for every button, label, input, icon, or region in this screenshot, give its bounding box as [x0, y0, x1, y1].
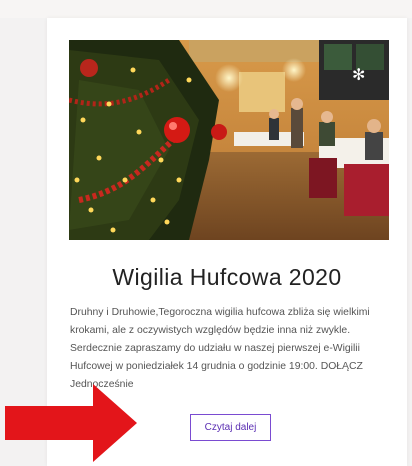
read-more-button[interactable]: Czytaj dalej	[190, 414, 271, 441]
christmas-hall-photo: ✻	[69, 40, 389, 240]
svg-text:✻: ✻	[352, 65, 365, 84]
post-image[interactable]: ✻	[69, 40, 389, 240]
post-excerpt: Druhny i Druhowie,Tegoroczna wigilia huf…	[70, 307, 370, 390]
red-arrow-icon	[5, 384, 137, 462]
post-title[interactable]: Wigilia Hufcowa 2020	[47, 264, 407, 291]
top-strip	[0, 0, 412, 18]
